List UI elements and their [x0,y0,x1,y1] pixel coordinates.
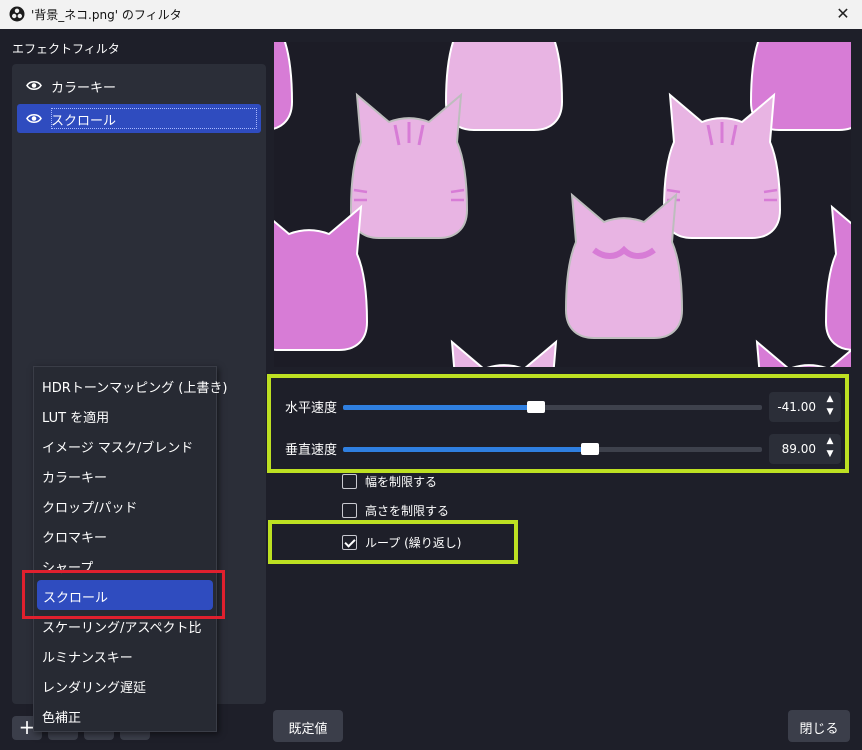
eye-icon[interactable] [26,79,42,92]
eye-icon[interactable] [26,112,42,125]
horizontal-speed-fill [343,405,536,410]
menu-item-label: クロマキー [42,531,108,546]
vertical-speed-spinbox[interactable]: 89.00 ▲ ▼ [769,434,841,464]
scroll-highlight-box [22,570,225,619]
menu-item-luma-key[interactable]: ルミナンスキー [34,640,216,670]
loop-highlight-box [268,520,518,564]
defaults-button-label: 既定値 [288,722,328,737]
menu-item-crop-pad[interactable]: クロップ/パッド [34,490,216,520]
menu-item-color-correction[interactable]: 色補正 [34,700,216,730]
menu-item-label: LUT を適用 [42,411,110,426]
vertical-speed-label: 垂直速度 [285,443,338,458]
menu-item-label: 色補正 [42,711,82,726]
limit-width-label: 幅を制限する [365,475,438,489]
menu-item-label: クロップ/パッド [42,501,138,516]
menu-item-label: HDRトーンマッピング (上書き) [42,381,228,396]
menu-item-image-mask[interactable]: イメージ マスク/ブレンド [34,430,216,460]
menu-item-apply-lut[interactable]: LUT を適用 [34,400,216,430]
menu-item-label: レンダリング遅延 [42,681,147,696]
cat-shape [445,42,563,131]
filter-item-scroll[interactable]: スクロール [17,104,261,133]
add-filter-menu: HDRトーンマッピング (上書き) LUT を適用 イメージ マスク/ブレンド … [33,366,227,732]
close-window-icon[interactable]: ✕ [832,3,854,25]
effect-filters-label: エフェクトフィルタ [12,42,120,56]
horizontal-speed-slider[interactable] [343,401,762,413]
chevron-up-icon[interactable]: ▲ [823,394,837,407]
menu-item-label: イメージ マスク/ブレンド [42,441,194,456]
menu-item-label: スケーリング/アスペクト比 [42,621,202,636]
menu-item-label: カラーキー [42,471,108,486]
limit-height-label: 高さを制限する [365,504,450,518]
menu-item-chroma-key[interactable]: クロマキー [34,520,216,550]
menu-item-color-key[interactable]: カラーキー [34,460,216,490]
filter-item-color-key[interactable]: カラーキー [17,71,261,100]
window-title: '背景_ネコ.png' のフィルタ [31,8,182,22]
chevron-down-icon[interactable]: ▼ [823,407,837,420]
vertical-speed-row: 垂直速度 89.00 ▲ ▼ [271,426,845,464]
horizontal-speed-spinbox[interactable]: -41.00 ▲ ▼ [769,392,841,422]
menu-item-label: ルミナンスキー [42,651,133,666]
horizontal-speed-handle[interactable] [526,401,545,413]
filter-preview [274,42,851,367]
obs-logo-icon [9,6,25,22]
cat-pattern-image [274,42,851,367]
menu-item-hdr-tonemap[interactable]: HDRトーンマッピング (上書き) [34,370,227,400]
chevron-up-icon[interactable]: ▲ [823,436,837,449]
filter-label: カラーキー [51,81,117,96]
speed-highlight-box: 水平速度 -41.00 ▲ ▼ 垂直速度 89.00 ▲ ▼ [267,374,849,473]
horizontal-speed-row: 水平速度 -41.00 ▲ ▼ [271,384,845,422]
close-button-label: 閉じる [799,722,839,737]
menu-item-render-delay[interactable]: レンダリング遅延 [34,670,216,700]
vertical-speed-value[interactable]: 89.00 [782,442,816,456]
limit-height-checkbox[interactable] [342,503,357,518]
limit-width-checkbox[interactable] [342,474,357,489]
vertical-speed-handle[interactable] [581,443,600,455]
title-bar: '背景_ネコ.png' のフィルタ ✕ [0,0,862,29]
vertical-speed-slider[interactable] [343,443,762,455]
vertical-speed-fill [343,447,591,452]
defaults-button[interactable]: 既定値 [273,710,343,742]
filter-label: スクロール [51,114,117,129]
horizontal-speed-value[interactable]: -41.00 [777,400,816,414]
horizontal-speed-label: 水平速度 [285,401,338,416]
close-button[interactable]: 閉じる [788,710,850,742]
chevron-down-icon[interactable]: ▼ [823,449,837,462]
